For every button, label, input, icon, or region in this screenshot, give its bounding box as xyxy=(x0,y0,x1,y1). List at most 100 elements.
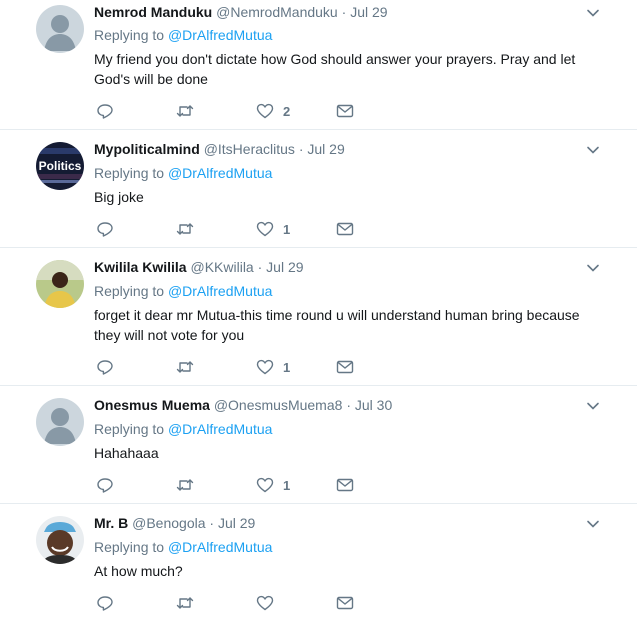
like-button[interactable]: 1 xyxy=(256,219,290,239)
retweet-icon xyxy=(176,597,194,609)
display-name[interactable]: Mypoliticalmind xyxy=(94,141,200,157)
retweet-button[interactable] xyxy=(176,357,194,377)
avatar[interactable] xyxy=(36,5,84,53)
like-button[interactable]: 2 xyxy=(256,101,290,121)
envelope-icon xyxy=(336,360,354,374)
mention-link[interactable]: @DrAlfredMutua xyxy=(168,539,272,555)
separator-dot: · xyxy=(209,515,215,531)
retweet-button[interactable] xyxy=(176,475,194,495)
tweet[interactable]: Politics Mypoliticalmind @ItsHeraclitus … xyxy=(0,130,637,248)
replying-to: Replying to @DrAlfredMutua xyxy=(94,163,272,183)
replying-to: Replying to @DrAlfredMutua xyxy=(94,281,272,301)
display-name[interactable]: Onesmus Muema xyxy=(94,397,210,413)
chevron-down-icon[interactable] xyxy=(585,142,601,158)
tweet-text-line: My friend you don't dictate how God shou… xyxy=(94,51,576,67)
timestamp[interactable]: Jul 29 xyxy=(266,259,303,275)
timestamp[interactable]: Jul 30 xyxy=(355,397,392,413)
tweet-text: Big joke xyxy=(94,187,594,207)
display-name[interactable]: Mr. B xyxy=(94,515,128,531)
like-button[interactable] xyxy=(256,593,283,613)
tweet-text: My friend you don't dictate how God shou… xyxy=(94,49,594,89)
tweet[interactable]: Kwilila Kwilila @KKwilila · Jul 29 Reply… xyxy=(0,248,637,386)
reply-button[interactable] xyxy=(96,101,114,121)
tweet-text: forget it dear mr Mutua-this time round … xyxy=(94,305,594,345)
user-handle[interactable]: @Benogola xyxy=(132,515,205,531)
envelope-icon xyxy=(336,596,354,610)
chevron-down-icon[interactable] xyxy=(585,398,601,414)
retweet-button[interactable] xyxy=(176,101,194,121)
like-button[interactable]: 1 xyxy=(256,475,290,495)
display-name[interactable]: Kwilila Kwilila xyxy=(94,259,187,275)
reply-icon xyxy=(97,478,113,493)
tweet[interactable]: Mr. B @Benogola · Jul 29 Replying to @Dr… xyxy=(0,504,637,621)
reply-icon xyxy=(97,222,113,237)
display-name[interactable]: Nemrod Manduku xyxy=(94,4,212,20)
tweet-actions: 1 xyxy=(96,357,396,377)
chevron-down-icon[interactable] xyxy=(585,516,601,532)
tweet-text-line: Hahahaaa xyxy=(94,445,159,461)
timestamp[interactable]: Jul 29 xyxy=(350,4,387,20)
like-count: 2 xyxy=(283,103,291,119)
mention-link[interactable]: @DrAlfredMutua xyxy=(168,283,272,299)
tweet[interactable]: Onesmus Muema @OnesmusMuema8 · Jul 30 Re… xyxy=(0,386,637,504)
avatar[interactable] xyxy=(36,516,84,564)
avatar[interactable]: Politics xyxy=(36,142,84,190)
heart-icon xyxy=(256,221,274,237)
like-button[interactable]: 1 xyxy=(256,357,290,377)
direct-message-button[interactable] xyxy=(336,475,354,495)
separator-dot: · xyxy=(341,4,347,20)
retweet-button[interactable] xyxy=(176,219,194,239)
tweet-text-line: At how much? xyxy=(94,563,183,579)
avatar[interactable] xyxy=(36,260,84,308)
heart-icon xyxy=(256,595,274,611)
heart-icon xyxy=(256,477,274,493)
separator-dot: · xyxy=(298,141,304,157)
direct-message-button[interactable] xyxy=(336,101,354,121)
tweet-actions: 1 xyxy=(96,475,396,495)
user-handle[interactable]: @ItsHeraclitus xyxy=(204,141,295,157)
envelope-icon xyxy=(336,478,354,492)
tweet-header: Nemrod Manduku @NemrodManduku · Jul 29 xyxy=(94,2,388,22)
mention-link[interactable]: @DrAlfredMutua xyxy=(168,165,272,181)
tweet-header: Mr. B @Benogola · Jul 29 xyxy=(94,513,255,533)
heart-icon xyxy=(256,103,274,119)
mention-link[interactable]: @DrAlfredMutua xyxy=(168,421,272,437)
reply-button[interactable] xyxy=(96,357,114,377)
retweet-icon xyxy=(176,223,194,235)
reply-button[interactable] xyxy=(96,219,114,239)
user-handle[interactable]: @NemrodManduku xyxy=(216,4,338,20)
avatar[interactable] xyxy=(36,398,84,446)
replying-to-label: Replying to xyxy=(94,421,165,437)
direct-message-button[interactable] xyxy=(336,219,354,239)
tweet-actions: 1 xyxy=(96,219,396,239)
like-count: 1 xyxy=(283,477,291,493)
tweet-header: Kwilila Kwilila @KKwilila · Jul 29 xyxy=(94,257,304,277)
tweet-header: Onesmus Muema @OnesmusMuema8 · Jul 30 xyxy=(94,395,392,415)
tweet-text: Hahahaaa xyxy=(94,443,594,463)
direct-message-button[interactable] xyxy=(336,593,354,613)
tweet-text-line: forget it dear mr Mutua-this time round … xyxy=(94,307,580,323)
tweet-text: At how much? xyxy=(94,561,594,581)
reply-button[interactable] xyxy=(96,593,114,613)
heart-icon xyxy=(256,359,274,375)
tweet-text-line: God's will be done xyxy=(94,71,208,87)
separator-dot: · xyxy=(257,259,263,275)
user-handle[interactable]: @KKwilila xyxy=(190,259,253,275)
user-handle[interactable]: @OnesmusMuema8 xyxy=(214,397,343,413)
timestamp[interactable]: Jul 29 xyxy=(307,141,344,157)
direct-message-button[interactable] xyxy=(336,357,354,377)
tweet-text-line: Big joke xyxy=(94,189,144,205)
retweet-button[interactable] xyxy=(176,593,194,613)
like-count: 1 xyxy=(283,359,291,375)
tweet-actions xyxy=(96,593,396,613)
envelope-icon xyxy=(336,104,354,118)
chevron-down-icon[interactable] xyxy=(585,5,601,21)
tweet-actions: 2 xyxy=(96,101,396,121)
tweet-text-line: they will not vote for you xyxy=(94,327,245,343)
tweet[interactable]: Nemrod Manduku @NemrodManduku · Jul 29 R… xyxy=(0,0,637,130)
reply-button[interactable] xyxy=(96,475,114,495)
timestamp[interactable]: Jul 29 xyxy=(218,515,255,531)
mention-link[interactable]: @DrAlfredMutua xyxy=(168,27,272,43)
reply-icon xyxy=(97,596,113,611)
chevron-down-icon[interactable] xyxy=(585,260,601,276)
